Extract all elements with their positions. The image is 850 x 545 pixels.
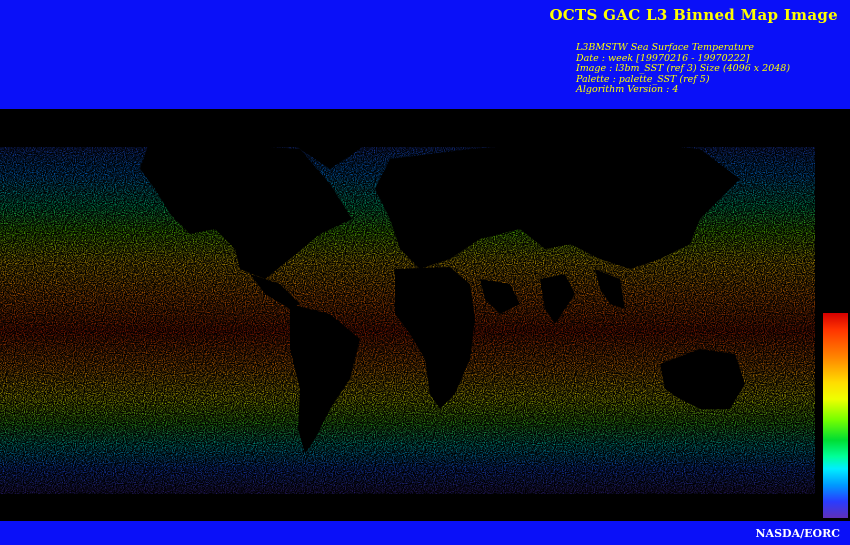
metadata-image: Image : l3bm_SST (ref 3) Size (4096 x 20… — [576, 63, 791, 74]
metadata-product: L3BMSTW Sea Surface Temperature — [576, 42, 755, 53]
map-title: OCTS GAC L3 Binned Map Image — [549, 6, 838, 24]
footer-banner: NASDA/EORC — [0, 521, 850, 545]
credit-label: NASDA/EORC — [755, 527, 841, 540]
sst-map — [0, 109, 850, 521]
metadata-block: L3BMSTW Sea Surface Temperature Date : w… — [576, 42, 791, 96]
sst-map-image — [0, 109, 850, 521]
header-banner: OCTS GAC L3 Binned Map Image L3BMSTW Sea… — [0, 0, 850, 109]
sst-field — [0, 139, 820, 509]
sst-color-scale — [823, 313, 848, 518]
metadata-algorithm: Algorithm Version : 4 — [576, 84, 679, 95]
